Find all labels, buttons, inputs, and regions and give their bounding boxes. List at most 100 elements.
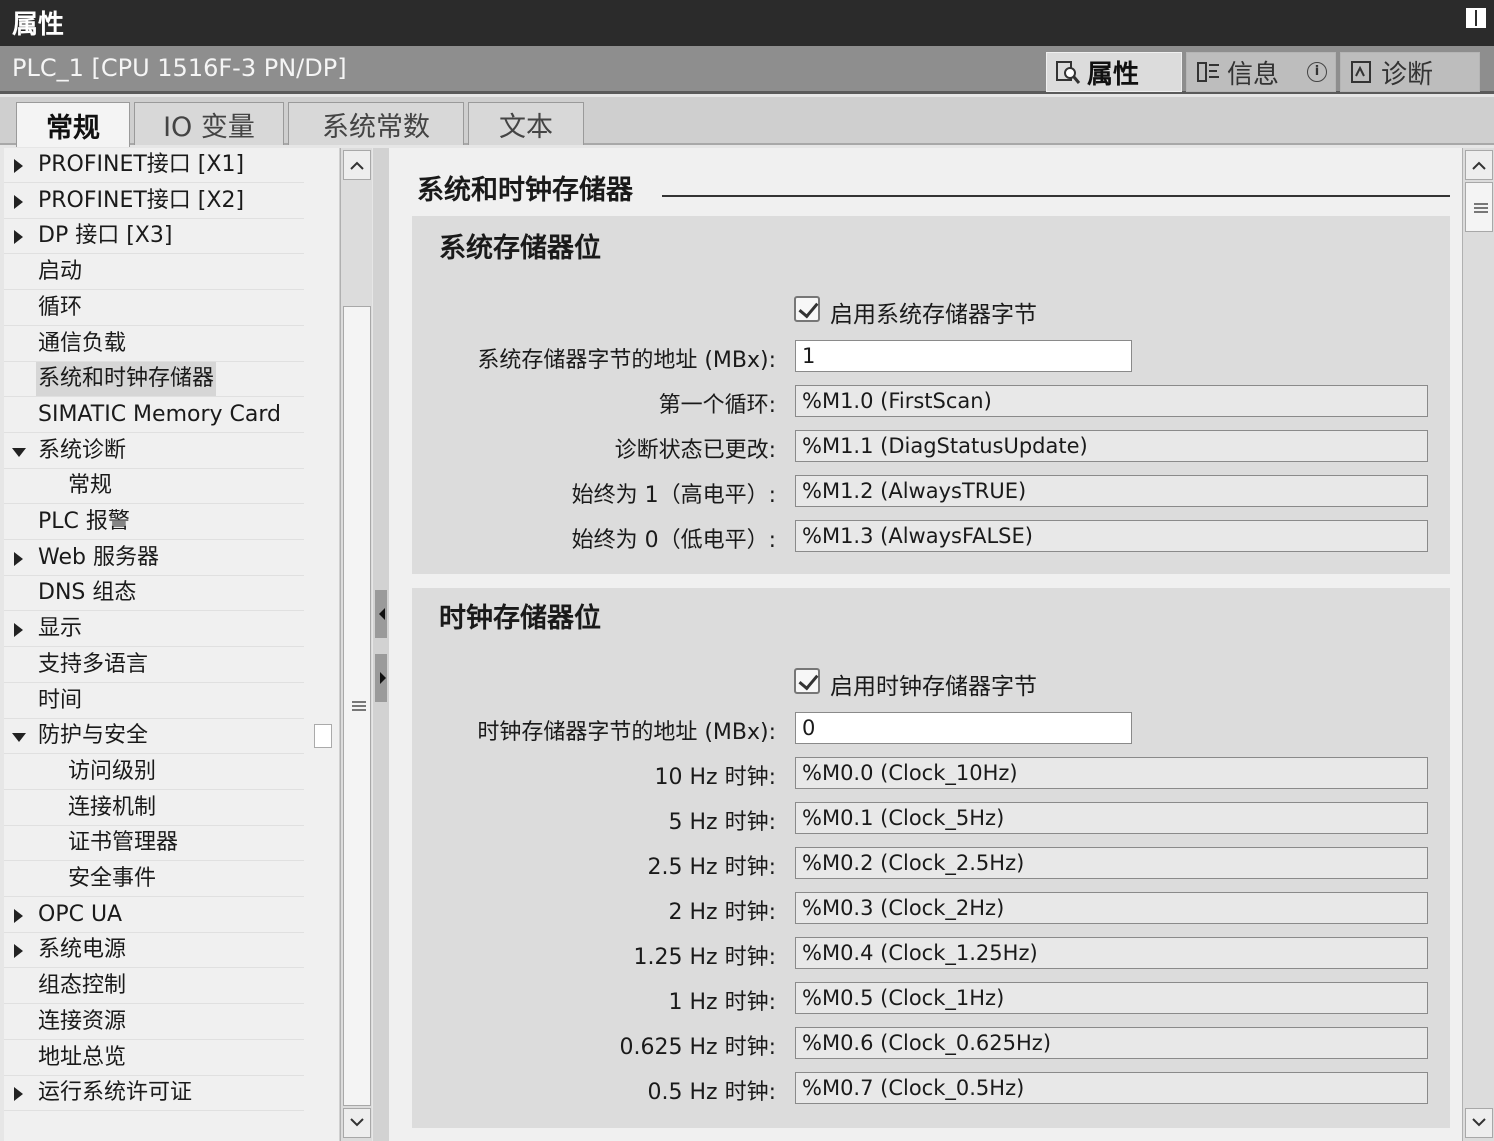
tree-item[interactable]: Web 服务器	[4, 541, 304, 576]
tree-item[interactable]: 系统诊断	[4, 434, 304, 469]
bit-address-field[interactable]: %M1.1 (DiagStatusUpdate)	[795, 430, 1428, 462]
tree-item[interactable]: DP 接口 [X3]	[4, 219, 304, 255]
scroll-up-button[interactable]	[343, 150, 371, 180]
expanded-arrow-icon[interactable]	[12, 447, 26, 457]
system-memory-address-input[interactable]: 1	[795, 340, 1132, 372]
inspector-tab-properties[interactable]: 属性	[1046, 52, 1182, 92]
tree-item[interactable]: PROFINET接口 [X1]	[4, 148, 304, 183]
collapsed-arrow-icon[interactable]	[14, 908, 23, 923]
bit-address-field[interactable]: %M0.1 (Clock_5Hz)	[795, 802, 1428, 834]
tree-item-label: 通信负载	[38, 330, 127, 356]
tab-general[interactable]: 常规	[16, 102, 130, 147]
pane-splitter[interactable]	[373, 148, 389, 1141]
tree-item-label: 防护与安全	[38, 723, 149, 749]
collapsed-arrow-icon[interactable]	[14, 623, 23, 638]
bit-label: 2 Hz 时钟:	[668, 900, 777, 925]
info-circle-icon: i	[1307, 62, 1327, 82]
bit-address-field[interactable]: %M0.0 (Clock_10Hz)	[795, 757, 1428, 789]
properties-content: 系统和时钟存储器 系统存储器位 启用系统存储器字节 系统存储器字节的地址 (MB…	[389, 148, 1462, 1141]
bit-label: 5 Hz 时钟:	[668, 810, 777, 835]
tree-item[interactable]: 系统电源	[4, 933, 304, 969]
tree-item-label: DP 接口 [X3]	[38, 223, 173, 249]
tree-item[interactable]: PROFINET接口 [X2]	[4, 184, 304, 219]
pin-icon[interactable]	[1466, 8, 1486, 28]
bit-address-field[interactable]: %M0.3 (Clock_2Hz)	[795, 892, 1428, 924]
inspector-tab-info[interactable]: 信息 i	[1186, 52, 1336, 92]
inspector-tab-label: 诊断	[1381, 59, 1434, 90]
tree-item[interactable]: 防护与安全	[4, 719, 304, 755]
tree-item[interactable]: 启动	[4, 255, 304, 291]
bit-address-field[interactable]: %M0.5 (Clock_1Hz)	[795, 982, 1428, 1014]
tree-item-label: 启动	[38, 259, 83, 285]
tree-item[interactable]: OPC UA	[4, 898, 304, 933]
info-icon	[1195, 59, 1221, 85]
tree-item[interactable]: 地址总览	[4, 1041, 304, 1076]
expanded-arrow-icon[interactable]	[12, 733, 26, 743]
tree-item[interactable]: SIMATIC Memory Card	[4, 398, 304, 433]
bit-address-field[interactable]: %M1.0 (FirstScan)	[795, 385, 1428, 417]
tree-item-label: DNS 组态	[38, 580, 137, 606]
collapse-left-handle[interactable]	[375, 590, 387, 638]
clock-memory-address-input[interactable]: 0	[795, 712, 1132, 744]
bit-label: 2.5 Hz 时钟:	[647, 855, 776, 880]
inspector-tab-label: 属性	[1087, 59, 1140, 90]
tree-item[interactable]: 访问级别	[4, 755, 304, 790]
tree-item[interactable]: 连接机制	[4, 791, 304, 826]
tree-item-label: 安全事件	[68, 866, 157, 891]
tree-item[interactable]: PLC 报警	[4, 505, 304, 540]
tree-item-label: 支持多语言	[38, 651, 149, 677]
content-scrollbar[interactable]	[1462, 148, 1494, 1141]
expand-right-handle[interactable]	[375, 654, 387, 702]
tab-io-tags[interactable]: IO 变量	[134, 102, 284, 145]
tree-item[interactable]: DNS 组态	[4, 576, 304, 612]
tree-item[interactable]: 组态控制	[4, 969, 304, 1005]
collapsed-arrow-icon[interactable]	[14, 159, 23, 173]
bit-address-field[interactable]: %M0.6 (Clock_0.625Hz)	[795, 1027, 1428, 1059]
tree-item-label: SIMATIC Memory Card	[38, 401, 281, 427]
tree-item[interactable]: 通信负载	[4, 327, 304, 362]
bit-address-field[interactable]: %M0.2 (Clock_2.5Hz)	[795, 847, 1428, 879]
tree-item[interactable]: 证书管理器	[4, 826, 304, 862]
tree-item[interactable]: 运行系统许可证	[4, 1076, 304, 1112]
properties-icon	[1055, 59, 1081, 85]
collapsed-arrow-icon[interactable]	[14, 1087, 23, 1102]
tree-item-label: 系统和时钟存储器	[36, 362, 217, 397]
bit-address-field[interactable]: %M1.3 (AlwaysFALSE)	[795, 520, 1428, 552]
tree-item-label: 系统电源	[38, 937, 127, 963]
tree-item-label: 组态控制	[38, 973, 127, 999]
checkbox-label: 启用时钟存储器字节	[830, 674, 1037, 700]
enable-clock-memory-checkbox[interactable]	[794, 668, 820, 694]
tree-item[interactable]: 常规	[4, 469, 304, 505]
tree-item[interactable]: 支持多语言	[4, 648, 304, 683]
collapsed-arrow-icon[interactable]	[14, 944, 23, 959]
grip-icon	[352, 701, 366, 711]
tab-texts[interactable]: 文本	[468, 102, 584, 145]
scroll-up-button[interactable]	[1465, 150, 1493, 180]
bit-label: 始终为 1（高电平）:	[571, 483, 776, 508]
inspector-tab-diagnostics[interactable]: 诊断	[1340, 52, 1480, 92]
scroll-down-button[interactable]	[343, 1108, 371, 1138]
collapsed-arrow-icon[interactable]	[14, 194, 23, 209]
nav-tree: PROFINET接口 [X1] PROFINET接口 [X2] DP 接口 [X3]…	[4, 148, 304, 1141]
collapsed-arrow-icon[interactable]	[14, 230, 23, 245]
tab-system-constants[interactable]: 系统常数	[288, 102, 464, 145]
bit-address-field[interactable]: %M1.2 (AlwaysTRUE)	[795, 475, 1428, 507]
collapsed-arrow-icon[interactable]	[14, 551, 23, 566]
nav-tree-scrollbar[interactable]	[340, 148, 372, 1141]
scroll-down-button[interactable]	[1465, 1108, 1493, 1138]
tree-item[interactable]: 显示	[4, 612, 304, 648]
tree-item[interactable]: 时间	[4, 684, 304, 719]
scroll-thumb[interactable]	[1465, 182, 1493, 232]
system-memory-address-label: 系统存储器字节的地址 (MBx):	[477, 348, 776, 373]
tree-item[interactable]: 连接资源	[4, 1005, 304, 1040]
tree-item-label: PROFINET接口 [X1]	[38, 152, 245, 177]
tree-item-label: 常规	[68, 473, 113, 499]
tree-item[interactable]: 安全事件	[4, 862, 304, 897]
tree-item[interactable]: 系统和时钟存储器	[4, 362, 304, 398]
bit-address-field[interactable]: %M0.7 (Clock_0.5Hz)	[795, 1072, 1428, 1104]
scroll-thumb[interactable]	[343, 306, 371, 1106]
enable-system-memory-checkbox[interactable]	[794, 296, 820, 322]
bit-address-field[interactable]: %M0.4 (Clock_1.25Hz)	[795, 937, 1428, 969]
tree-item[interactable]: 循环	[4, 291, 304, 326]
device-name: PLC_1 [CPU 1516F-3 PN/DP]	[12, 54, 347, 82]
